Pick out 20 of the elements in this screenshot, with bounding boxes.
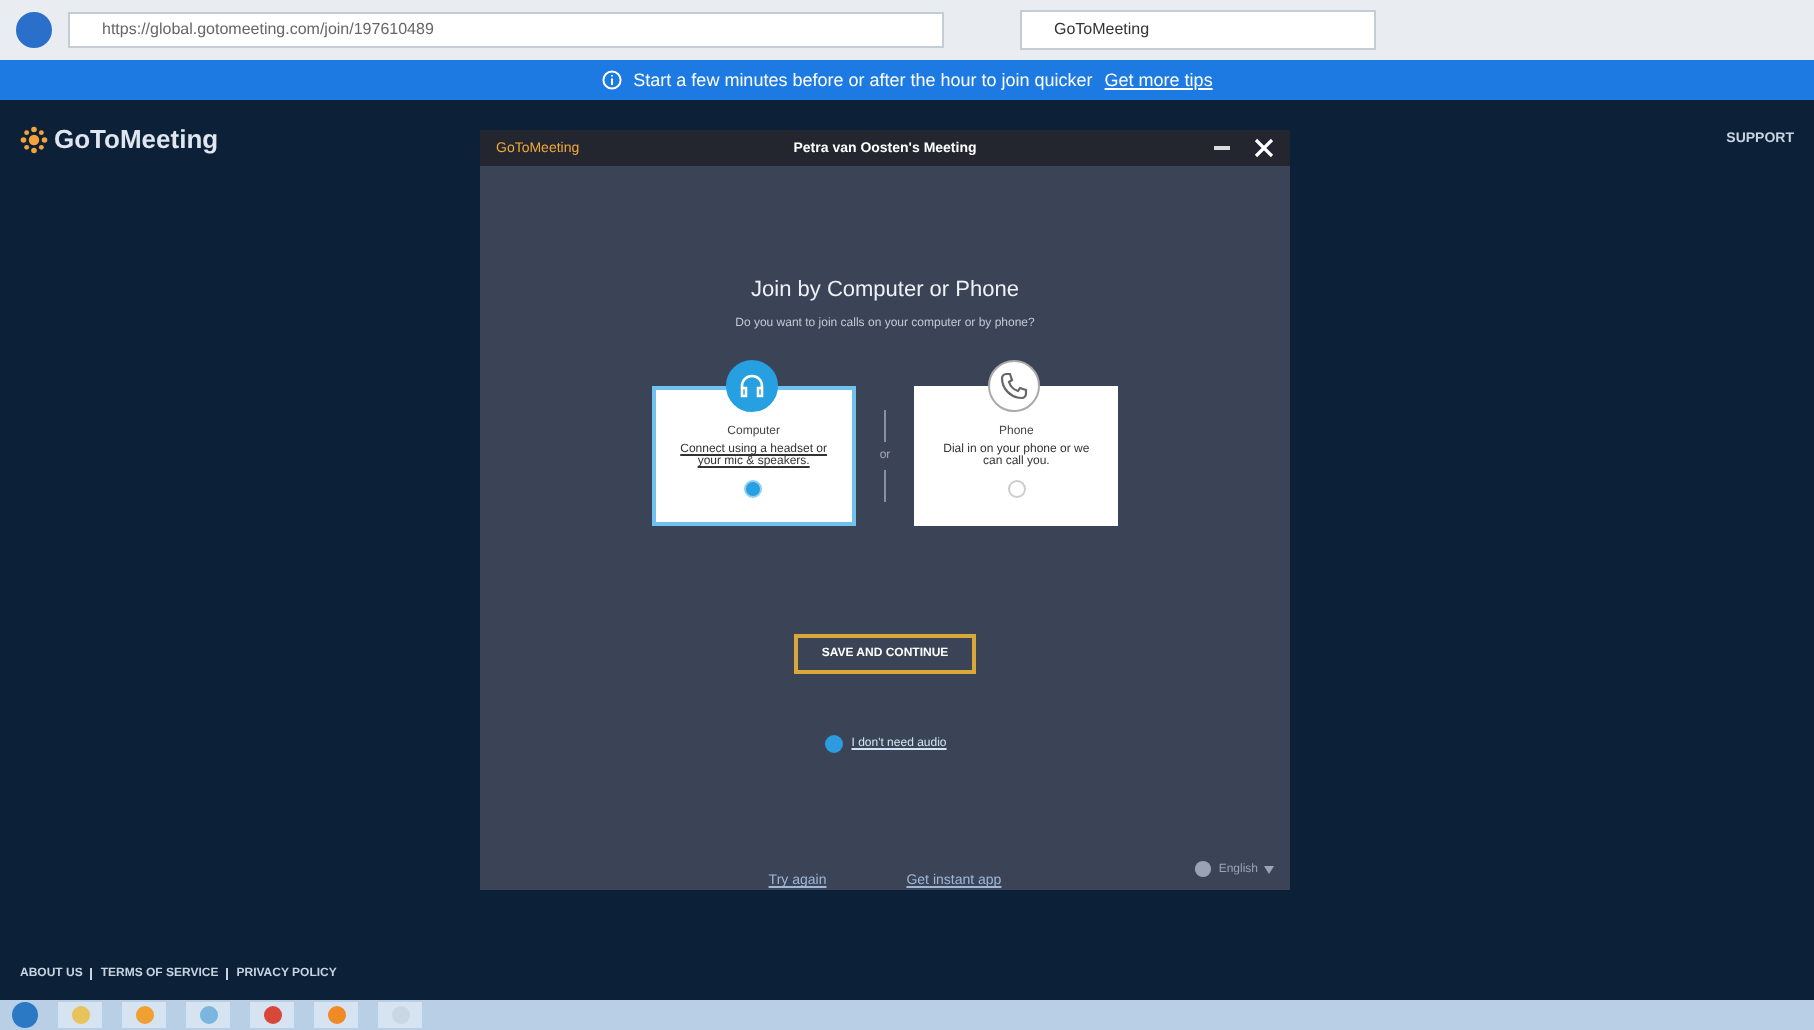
caret-icon: [1264, 865, 1274, 873]
taskbar-app-icon[interactable]: [186, 1002, 230, 1028]
radio-button[interactable]: [1007, 480, 1026, 498]
browser-tab[interactable]: GoToMeeting: [1020, 10, 1376, 50]
start-button[interactable]: [12, 1002, 38, 1028]
tips-link[interactable]: Get more tips: [1104, 70, 1213, 90]
dialog-heading: Join by Computer or Phone: [751, 278, 1019, 302]
address-bar[interactable]: https://global.gotomeeting.com/join/197610489: [68, 12, 944, 48]
close-icon[interactable]: [1254, 138, 1274, 158]
logo-icon: [20, 125, 48, 153]
banner-text: Start a few minutes before or after the hour to join quicker: [633, 70, 1093, 90]
info-icon: [601, 70, 622, 90]
phone-icon: [988, 360, 1041, 412]
minimize-button[interactable]: [1214, 146, 1230, 150]
taskbar-app-icon[interactable]: [250, 1002, 294, 1028]
back-button[interactable]: [16, 12, 52, 48]
taskbar-app-icon[interactable]: [122, 1002, 166, 1028]
radio-button[interactable]: [744, 480, 763, 498]
taskbar-app-icon[interactable]: [314, 1002, 358, 1028]
logo-text: GoToMeeting: [54, 124, 219, 154]
